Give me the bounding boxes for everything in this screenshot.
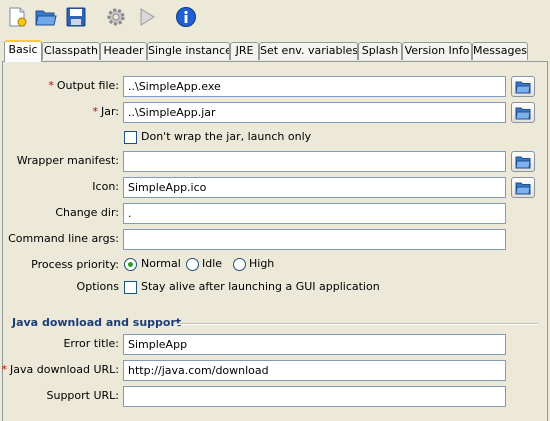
required-marker: * bbox=[48, 79, 54, 92]
jar-label: * Jar: bbox=[92, 105, 119, 118]
folder-icon bbox=[515, 107, 531, 119]
support-url-label: Support URL: bbox=[46, 389, 119, 402]
tab-bar: Basic Classpath Header Single instance J… bbox=[0, 40, 550, 62]
priority-normal-radio[interactable] bbox=[124, 258, 137, 271]
build-gear-icon[interactable] bbox=[104, 5, 128, 29]
priority-idle-radio[interactable] bbox=[186, 258, 199, 271]
dont-wrap-checkbox[interactable] bbox=[124, 131, 137, 144]
tab-label: Classpath bbox=[44, 44, 98, 57]
jar-field[interactable]: ..\SimpleApp.jar bbox=[123, 102, 506, 123]
priority-high-label: High bbox=[249, 257, 275, 270]
priority-normal-label: Normal bbox=[141, 257, 181, 270]
output-file-browse-button[interactable] bbox=[511, 76, 535, 97]
tab-splash[interactable]: Splash bbox=[358, 42, 402, 60]
required-marker: * bbox=[92, 105, 98, 118]
jar-browse-button[interactable] bbox=[511, 102, 535, 123]
tab-label: Version Info bbox=[404, 44, 470, 57]
tab-version-info[interactable]: Version Info bbox=[402, 42, 472, 60]
tab-label: Single instance bbox=[148, 44, 230, 57]
save-disk-icon[interactable] bbox=[64, 5, 88, 29]
support-url-field[interactable] bbox=[123, 386, 506, 407]
tab-basic[interactable]: Basic bbox=[4, 40, 42, 62]
tab-label: Basic bbox=[8, 43, 38, 56]
wrapper-manifest-label: Wrapper manifest: bbox=[16, 154, 119, 167]
folder-icon bbox=[515, 182, 531, 194]
stay-alive-label: Stay alive after launching a GUI applica… bbox=[141, 280, 380, 293]
dont-wrap-label: Don't wrap the jar, launch only bbox=[141, 130, 312, 143]
change-dir-field[interactable]: . bbox=[123, 203, 506, 224]
tab-label: Set env. variables bbox=[260, 44, 358, 57]
process-priority-label: Process priority: bbox=[31, 258, 119, 271]
tab-single-instance[interactable]: Single instance bbox=[147, 42, 230, 60]
tab-jre[interactable]: JRE bbox=[230, 42, 259, 60]
info-icon[interactable] bbox=[174, 5, 198, 29]
tab-classpath[interactable]: Classpath bbox=[42, 42, 100, 60]
icon-field[interactable]: SimpleApp.ico bbox=[123, 177, 506, 198]
run-play-icon[interactable] bbox=[135, 5, 159, 29]
command-line-args-label: Command line args: bbox=[8, 232, 119, 245]
output-file-label: * Output file: bbox=[48, 79, 119, 92]
section-divider bbox=[176, 323, 538, 325]
priority-idle-label: Idle bbox=[202, 257, 223, 270]
java-download-section-title: Java download and support bbox=[12, 316, 182, 329]
folder-icon bbox=[515, 156, 531, 168]
command-line-args-field[interactable] bbox=[123, 229, 506, 250]
error-title-field[interactable]: SimpleApp bbox=[123, 334, 506, 355]
folder-icon bbox=[515, 81, 531, 93]
priority-high-radio[interactable] bbox=[233, 258, 246, 271]
new-config-icon[interactable] bbox=[5, 5, 29, 29]
tab-label: Header bbox=[103, 44, 144, 57]
tab-label: JRE bbox=[235, 44, 254, 57]
icon-browse-button[interactable] bbox=[511, 177, 535, 198]
required-marker: * bbox=[1, 363, 8, 376]
output-file-field[interactable]: ..\SimpleApp.exe bbox=[123, 76, 506, 97]
open-folder-icon[interactable] bbox=[34, 5, 58, 29]
tab-label: Messages bbox=[473, 44, 527, 57]
change-dir-label: Change dir: bbox=[55, 206, 119, 219]
stay-alive-checkbox[interactable] bbox=[124, 281, 137, 294]
tab-header[interactable]: Header bbox=[100, 42, 147, 60]
tab-set-env-variables[interactable]: Set env. variables bbox=[259, 42, 358, 60]
toolbar bbox=[0, 0, 550, 34]
wrapper-manifest-browse-button[interactable] bbox=[511, 151, 535, 172]
error-title-label: Error title: bbox=[63, 337, 119, 350]
icon-label: Icon: bbox=[92, 180, 119, 193]
java-download-url-label: * Java download URL: bbox=[1, 363, 119, 376]
options-label: Options bbox=[76, 280, 119, 293]
tab-label: Splash bbox=[361, 44, 399, 57]
wrapper-manifest-field[interactable] bbox=[123, 151, 506, 172]
tab-messages[interactable]: Messages bbox=[472, 42, 528, 60]
java-download-url-field[interactable]: http://java.com/download bbox=[123, 360, 506, 381]
